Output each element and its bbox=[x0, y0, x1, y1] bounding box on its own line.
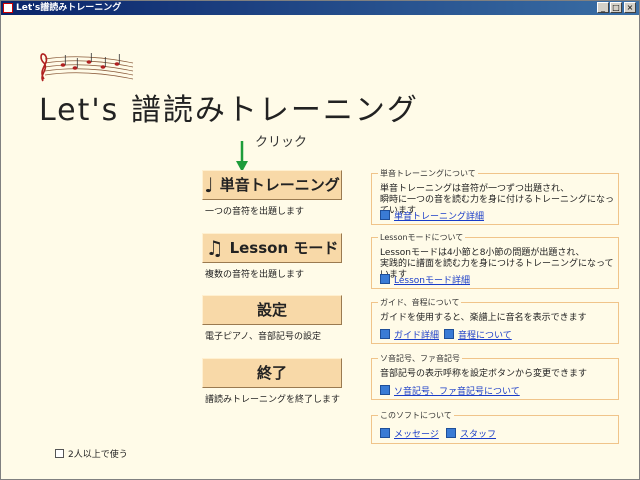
message-link[interactable]: メッセージ bbox=[380, 427, 439, 440]
window-title: Let's譜読みトレーニング bbox=[16, 3, 122, 13]
book-icon bbox=[380, 428, 390, 438]
panel-title: Lessonモードについて bbox=[378, 232, 466, 243]
lesson-mode-caption: 複数の音符を出題します bbox=[205, 270, 305, 280]
multi-user-checkbox[interactable]: 2人以上で使う bbox=[55, 447, 128, 460]
down-arrow-icon bbox=[236, 141, 248, 172]
single-note-training-label: 単音トレーニング bbox=[219, 176, 340, 194]
panel-title: このソフトについて bbox=[378, 410, 454, 421]
checkbox-box[interactable] bbox=[55, 449, 64, 458]
panel-about: このソフトについて メッセージ スタッフ bbox=[371, 410, 619, 444]
panel-text-line: 音部記号の表示呼称を設定ボタンから変更できます bbox=[380, 369, 588, 379]
guide-detail-link[interactable]: ガイド詳細 bbox=[380, 328, 439, 341]
panel-clef: ソ音記号、ファ音記号 音部記号の表示呼称を設定ボタンから変更できます ソ音記号、… bbox=[371, 353, 619, 400]
lesson-mode-detail-link[interactable]: Lessonモード詳細 bbox=[380, 273, 470, 286]
settings-button[interactable]: 設定 bbox=[202, 295, 342, 325]
exit-caption: 譜読みトレーニングを終了します bbox=[205, 395, 341, 405]
single-note-training-caption: 一つの音符を出題します bbox=[205, 207, 305, 217]
panel-title: ソ音記号、ファ音記号 bbox=[378, 353, 462, 364]
settings-label: 設定 bbox=[256, 301, 287, 319]
book-icon bbox=[380, 329, 390, 339]
exit-button[interactable]: 終了 bbox=[202, 358, 342, 388]
panel-text-line: 単音トレーニングは音符が一つずつ出題され、 bbox=[380, 184, 570, 194]
book-icon bbox=[446, 428, 456, 438]
music-staff-logo-icon bbox=[40, 53, 134, 82]
app-window: Let's譜読みトレーニング _ □ × Let's 譜読みトレーニング クリッ… bbox=[0, 0, 640, 480]
lesson-mode-button[interactable]: ♫ Lesson モード bbox=[202, 233, 342, 263]
quarter-note-icon: ♩ bbox=[204, 173, 214, 197]
eighth-notes-icon: ♫ bbox=[205, 236, 224, 260]
app-title: Let's 譜読みトレーニング bbox=[39, 93, 419, 128]
exit-label: 終了 bbox=[256, 364, 287, 382]
title-bar[interactable]: Let's譜読みトレーニング _ □ × bbox=[1, 1, 639, 15]
click-hint-label: クリック bbox=[255, 135, 308, 150]
book-icon bbox=[444, 329, 454, 339]
panel-text-line: ガイドを使用すると、楽譜上に音名を表示できます bbox=[380, 313, 587, 323]
book-icon bbox=[380, 385, 390, 395]
maximize-button[interactable]: □ bbox=[610, 2, 622, 13]
app-icon bbox=[3, 3, 13, 13]
interval-link[interactable]: 音程について bbox=[444, 328, 512, 341]
minimize-button[interactable]: _ bbox=[597, 2, 609, 13]
settings-caption: 電子ピアノ、音部記号の設定 bbox=[205, 332, 322, 342]
book-icon bbox=[380, 274, 390, 284]
staff-link[interactable]: スタッフ bbox=[446, 427, 496, 440]
panel-title: 単音トレーニングについて bbox=[378, 168, 478, 179]
panel-lesson-mode: Lessonモードについて Lessonモードは4小節と8小節の問題が出題され、… bbox=[371, 232, 619, 289]
panel-single-note: 単音トレーニングについて 単音トレーニングは音符が一つずつ出題され、 瞬時に一つ… bbox=[371, 168, 619, 225]
multi-user-label: 2人以上で使う bbox=[68, 450, 128, 460]
lesson-mode-label: Lesson モード bbox=[229, 239, 339, 257]
single-note-training-button[interactable]: ♩ 単音トレーニング bbox=[202, 170, 342, 200]
panel-text-line: Lessonモードは4小節と8小節の問題が出題され、 bbox=[380, 248, 585, 258]
book-icon bbox=[380, 210, 390, 220]
single-note-detail-link[interactable]: 単音トレーニング詳細 bbox=[380, 209, 484, 222]
clef-detail-link[interactable]: ソ音記号、ファ音記号について bbox=[380, 384, 520, 397]
panel-title: ガイド、音程について bbox=[378, 297, 462, 308]
panel-guide-interval: ガイド、音程について ガイドを使用すると、楽譜上に音名を表示できます ガイド詳細… bbox=[371, 297, 619, 344]
close-button[interactable]: × bbox=[624, 2, 636, 13]
